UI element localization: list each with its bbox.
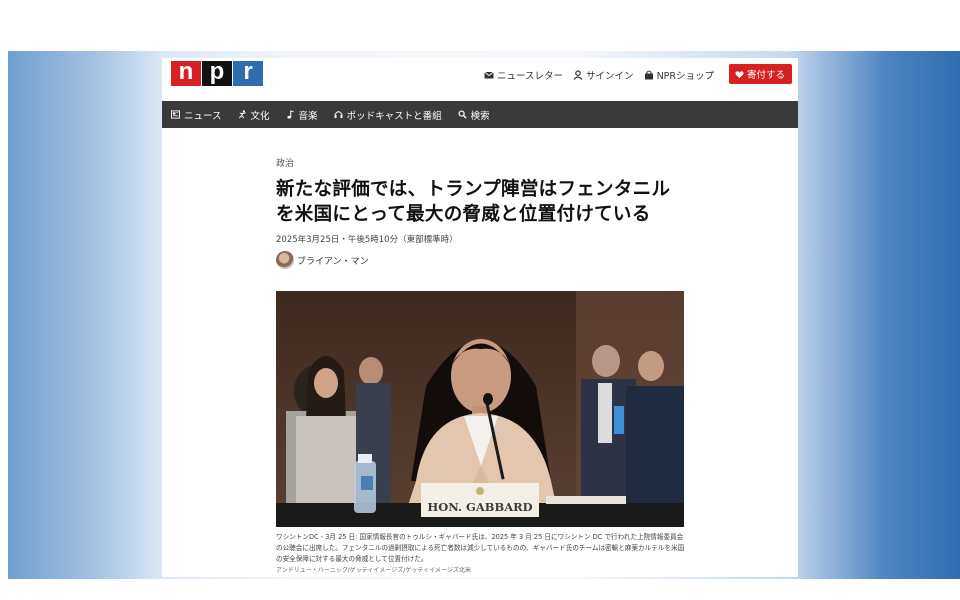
signin-link[interactable]: サインイン	[573, 68, 634, 82]
npr-logo[interactable]: n p r	[171, 60, 264, 86]
nav-label-podcasts: ポッドキャストと番組	[346, 110, 442, 122]
newspaper-icon	[171, 110, 180, 119]
nav-item-music[interactable]: 音楽	[286, 108, 318, 122]
nameplate-text: HON. GABBARD	[427, 500, 532, 514]
author-avatar	[276, 251, 294, 269]
byline[interactable]: ブライアン・マン	[276, 251, 686, 269]
main-nav: ニュース 文化 音楽 ポッドキャストと番組 検索	[162, 101, 798, 128]
dancer-icon	[238, 110, 246, 119]
user-icon	[573, 70, 583, 80]
photo-credit: アンドリュー・ハーニック/ゲッティイメージズ/ゲッティイメージズ北米	[276, 567, 471, 574]
nav-item-news[interactable]: ニュース	[171, 108, 222, 122]
donate-label: 寄付する	[746, 70, 785, 81]
newsletter-label: ニュースレター	[497, 71, 564, 82]
heart-icon	[735, 70, 744, 78]
nav-label-culture: 文化	[250, 110, 270, 122]
nav-item-podcasts[interactable]: ポッドキャストと番組	[334, 108, 442, 122]
mail-icon	[484, 71, 494, 79]
music-note-icon	[286, 110, 294, 119]
nav-item-search[interactable]: 検索	[458, 108, 490, 122]
logo-letter-n: n	[171, 60, 201, 86]
shop-link[interactable]: NPRショップ	[644, 68, 714, 82]
category-link[interactable]: 政治	[276, 156, 686, 169]
nav-item-culture[interactable]: 文化	[238, 108, 270, 122]
author-name: ブライアン・マン	[297, 256, 369, 267]
newsletter-link[interactable]: ニュースレター	[484, 68, 563, 82]
headline: 新たな評価では、トランプ陣営はフェンタニルを米国にとって最大の脅威と位置付けてい…	[276, 179, 671, 225]
article-header: 政治 新たな評価では、トランプ陣営はフェンタニルを米国にとって最大の脅威と位置付…	[276, 156, 686, 269]
lead-photo: HON. GABBARD	[276, 291, 684, 527]
nav-label-news: ニュース	[184, 110, 222, 122]
bag-icon	[644, 70, 653, 80]
photo-caption: ワシントンDC - 3月 25 日: 国家情報長官のトゥルシ・ギャバード氏は、2…	[276, 533, 685, 563]
logo-letter-r: r	[233, 60, 263, 86]
hearing-photo-illustration: HON. GABBARD	[276, 291, 684, 527]
headphones-icon	[334, 111, 343, 119]
npr-article-page: n p r ニュースレター サインイン NPRショップ 寄付する ニュース 文化…	[162, 58, 798, 577]
search-icon	[458, 110, 467, 119]
donate-button[interactable]: 寄付する	[728, 64, 792, 84]
publish-date: 2025年3月25日・午後5時10分（東部標準時）	[276, 235, 458, 245]
nav-label-music: 音楽	[298, 110, 318, 122]
logo-letter-p: p	[202, 60, 232, 86]
nav-label-search: 検索	[470, 110, 490, 122]
header-links: ニュースレター サインイン NPRショップ	[484, 68, 714, 82]
shop-label: NPRショップ	[656, 71, 714, 82]
site-header: n p r ニュースレター サインイン NPRショップ 寄付する	[162, 58, 798, 99]
signin-label: サインイン	[586, 71, 634, 82]
